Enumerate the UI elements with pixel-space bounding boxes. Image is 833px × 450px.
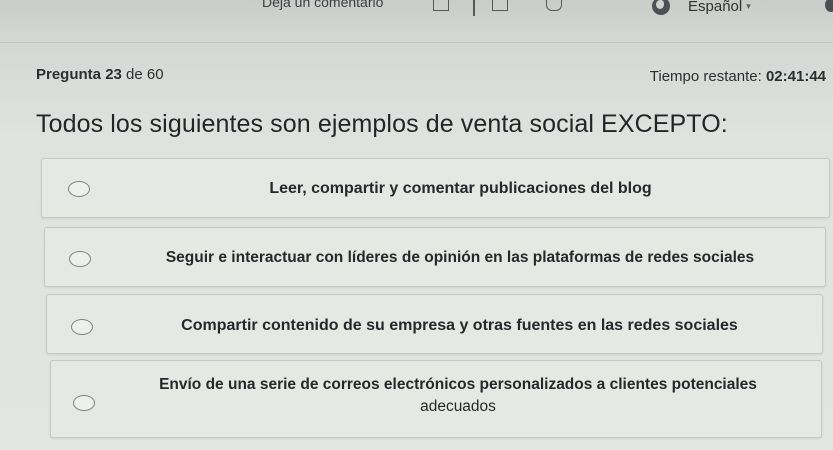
answer-option-2-text: Seguir e interactuar con líderes de opin… bbox=[165, 249, 755, 266]
timer-label: Tiempo restante: bbox=[649, 68, 762, 85]
question-current: 23 bbox=[105, 66, 122, 83]
radio-button-1[interactable] bbox=[68, 181, 90, 197]
toolbar-divider bbox=[473, 0, 475, 16]
language-selector[interactable]: Español ▾ bbox=[688, 0, 751, 15]
timer-value: 02:41:44 bbox=[765, 68, 826, 85]
calculator-icon[interactable] bbox=[492, 0, 508, 11]
language-label: Español bbox=[688, 0, 743, 15]
radio-button-3[interactable] bbox=[71, 319, 93, 335]
radio-button-4[interactable] bbox=[73, 395, 95, 411]
answer-option-4-line1: Envío de una serie de correos electrónic… bbox=[159, 376, 757, 393]
chevron-down-icon: ▾ bbox=[746, 1, 751, 11]
question-counter: Pregunta 23 de 60 bbox=[36, 66, 164, 83]
answer-option-4[interactable]: Envío de una serie de correos electrónic… bbox=[50, 360, 822, 438]
globe-icon bbox=[652, 0, 670, 15]
answer-option-4-text: Envío de una serie de correos electrónic… bbox=[121, 374, 795, 418]
answer-option-4-line2: adecuados bbox=[420, 398, 496, 415]
bookmark-icon[interactable] bbox=[433, 0, 449, 11]
top-bar: Deja un comentario Español ▾ bbox=[0, 0, 833, 43]
question-separator: de bbox=[126, 66, 143, 83]
time-remaining: Tiempo restante: 02:41:44 bbox=[650, 68, 826, 85]
answer-option-1[interactable]: Leer, compartir y comentar publicaciones… bbox=[41, 158, 830, 218]
question-text: Todos los siguientes son ejemplos de ven… bbox=[36, 110, 728, 138]
radio-button-2[interactable] bbox=[69, 251, 91, 267]
question-total: 60 bbox=[146, 66, 164, 83]
question-counter-label: Pregunta bbox=[36, 66, 102, 83]
answer-option-1-text: Leer, compartir y comentar publicaciones… bbox=[269, 180, 652, 197]
answer-option-3-text: Compartir contenido de su empresa y otra… bbox=[181, 317, 738, 334]
answer-option-3[interactable]: Compartir contenido de su empresa y otra… bbox=[46, 294, 823, 354]
feedback-link[interactable]: Deja un comentario bbox=[262, 0, 383, 10]
answer-option-2[interactable]: Seguir e interactuar con líderes de opin… bbox=[44, 227, 826, 287]
user-avatar[interactable] bbox=[825, 0, 833, 12]
flag-icon[interactable] bbox=[546, 0, 562, 11]
